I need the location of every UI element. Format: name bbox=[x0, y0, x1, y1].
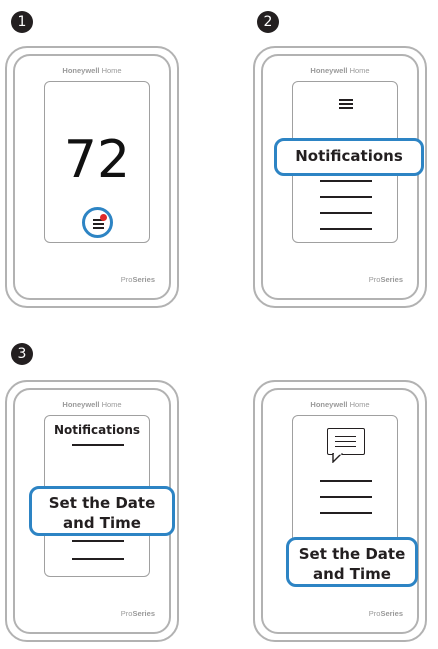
highlight-line-1: Set the Date bbox=[298, 545, 406, 563]
thermostat-screen: 72 bbox=[44, 81, 150, 243]
menu-line bbox=[320, 212, 372, 214]
menu-line bbox=[320, 480, 372, 482]
thermostat-panel-4: Honeywell Home Set the Date and Time Pro… bbox=[253, 380, 427, 642]
menu-line bbox=[320, 196, 372, 198]
thermostat-panel-2: Honeywell Home Notifications ProSeries bbox=[253, 46, 427, 308]
series-label: ProSeries bbox=[368, 609, 403, 618]
menu-line bbox=[72, 540, 124, 542]
menu-line bbox=[72, 558, 124, 560]
brand-label: Honeywell Home bbox=[310, 400, 370, 409]
highlight-line-2: and Time bbox=[63, 514, 141, 532]
brand-label: Honeywell Home bbox=[310, 66, 370, 75]
highlight-line-2: and Time bbox=[313, 565, 391, 583]
menu-line bbox=[320, 512, 372, 514]
menu-line bbox=[72, 444, 124, 446]
menu-line bbox=[320, 180, 372, 182]
thermostat-panel-3: Honeywell Home Notifications Set the Dat… bbox=[5, 380, 179, 642]
series-label: ProSeries bbox=[120, 275, 155, 284]
notifications-title: Notifications bbox=[53, 423, 141, 437]
set-date-time-menu-item[interactable]: Set the Date and Time bbox=[286, 537, 418, 587]
notifications-menu-item[interactable]: Notifications bbox=[274, 138, 424, 176]
menu-line bbox=[320, 228, 372, 230]
menu-line bbox=[320, 496, 372, 498]
temperature-reading: 72 bbox=[63, 130, 131, 190]
brand-label: Honeywell Home bbox=[62, 400, 122, 409]
thermostat-panel-1: Honeywell Home 72 ProSeries bbox=[5, 46, 179, 308]
menu-button[interactable] bbox=[82, 207, 113, 238]
series-label: ProSeries bbox=[368, 275, 403, 284]
brand-label: Honeywell Home bbox=[62, 66, 122, 75]
highlight-line-1: Set the Date bbox=[48, 494, 156, 512]
notification-dot-icon bbox=[100, 214, 107, 221]
step-1-badge: 1 bbox=[11, 11, 33, 33]
set-date-time-menu-item[interactable]: Set the Date and Time bbox=[29, 486, 175, 536]
series-label: ProSeries bbox=[120, 609, 155, 618]
message-bubble-icon bbox=[327, 428, 365, 463]
step-3-badge: 3 bbox=[11, 343, 33, 365]
step-2-badge: 2 bbox=[257, 11, 279, 33]
